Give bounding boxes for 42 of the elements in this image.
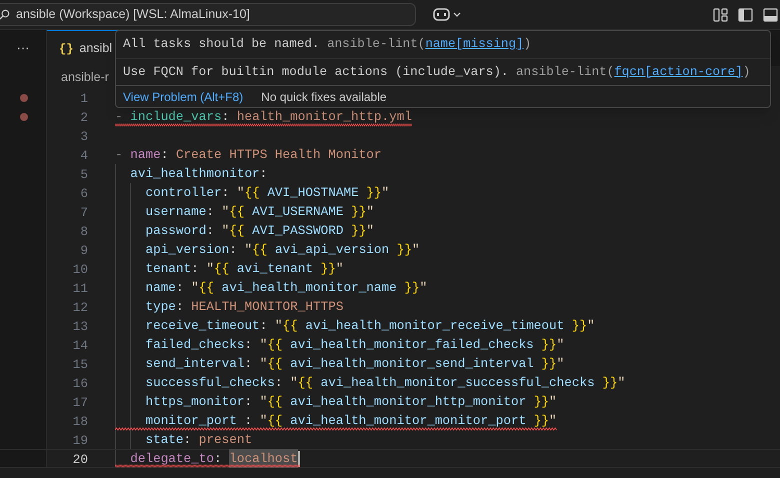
search-text: ansible (Workspace) [WSL: AlmaLinux-10]	[16, 6, 250, 24]
line-number: 17	[72, 394, 88, 410]
line-number: 5	[80, 166, 88, 182]
code-line: receive_timeout: "{{ avi_health_monitor_receive_timeout }}"	[115, 316, 595, 335]
line-number: 18	[72, 414, 88, 428]
line-number: 16	[72, 376, 88, 390]
line-number: 1	[80, 90, 88, 106]
line-number: 7	[80, 204, 88, 220]
code-line: state: present	[115, 430, 252, 449]
line-number: 12	[72, 300, 88, 314]
line-number: 3	[80, 128, 88, 144]
code-line: https_monitor: "{{ avi_health_monitor_http_monitor }}"	[115, 392, 557, 411]
code-line: controller: "{{ AVI_HOSTNAME }}"	[115, 183, 390, 202]
line-number: 4	[80, 148, 88, 162]
code-line: username: "{{ AVI_USERNAME }}"	[115, 202, 374, 221]
code-line: avi_healthmonitor:	[115, 164, 268, 183]
code-line: - name: Create HTTPS Health Monitor	[115, 146, 382, 164]
code-line: monitor_port : "{{ avi_health_monitor_monitor_port }}"	[115, 411, 557, 430]
code-line: delegate_to: localhost	[115, 450, 300, 467]
line-number: 15	[72, 356, 88, 372]
code-line: api_version: "{{ avi_api_version }}"	[115, 240, 420, 259]
code-line: tenant: "{{ avi_tenant }}"	[115, 259, 344, 278]
line-number: 19	[72, 432, 88, 448]
code-line: send_interval: "{{ avi_health_monitor_send_interval }}"	[115, 354, 564, 373]
line-number: 8	[80, 224, 88, 238]
line-number: 9	[80, 242, 88, 258]
line-number: 14	[72, 338, 88, 352]
status-note: No quick fixes available	[261, 88, 387, 106]
code-line: type: HEALTH_MONITOR_HTTPS	[115, 297, 344, 316]
code-line: successful_checks: "{{ avi_health_monitor_successful_checks }}"	[115, 373, 626, 392]
code-line: password: "{{ AVI_PASSWORD }}"	[115, 221, 374, 240]
line-number: 6	[80, 186, 88, 200]
problem-message: Use FQCN for builtin module actions (include_vars). ansible-lint(fqcn[action-core])	[123, 64, 750, 81]
line-number: 13	[72, 318, 88, 334]
line-number: 10	[72, 262, 88, 276]
code-line: - include_vars: health_monitor_http.yml	[115, 107, 412, 126]
code-line: failed_checks: "{{ avi_health_monitor_failed_checks }}"	[115, 335, 564, 354]
line-number: 2	[80, 110, 88, 124]
code-line: name: "{{ avi_health_monitor_name }}"	[115, 278, 428, 297]
braces-icon: {}	[59, 40, 74, 58]
line-number: 20	[72, 452, 88, 466]
line-number: 11	[72, 280, 88, 296]
